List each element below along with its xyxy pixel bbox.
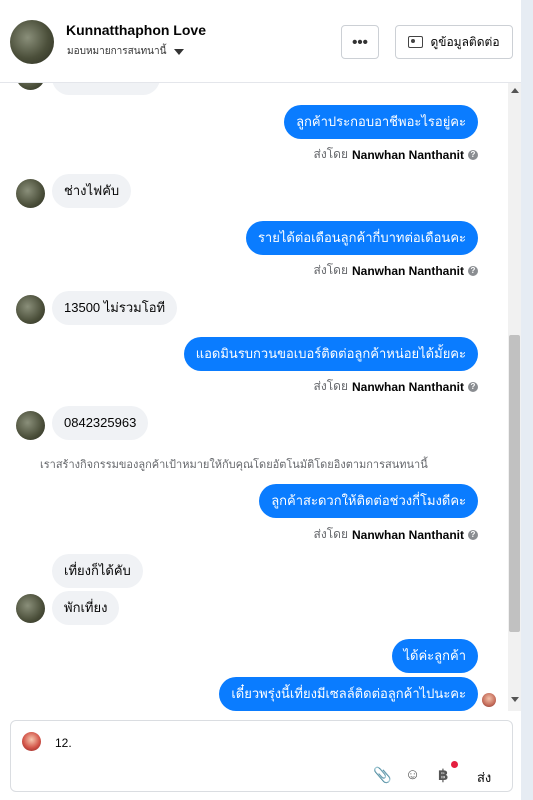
incoming-message: เที่ยงก็ได้คับ (52, 554, 143, 588)
conversation-header: Kunnatthaphon Love มอบหมายการสนทนานี้ ••… (0, 0, 521, 83)
sent-by-label: ส่งโดย Nanwhan Nanthanit ? (314, 261, 478, 280)
sent-by-prefix: ส่งโดย (313, 527, 348, 541)
assign-label: มอบหมายการสนทนานี้ (67, 46, 167, 57)
message-list[interactable]: ลูกค้าประกอบอาชีพอะไรอยู่คะ ส่งโดย Nanwh… (0, 83, 508, 711)
sent-by-agent: Nanwhan Nanthanit (351, 379, 464, 394)
info-icon[interactable]: ? (468, 265, 478, 276)
contact-name[interactable]: Kunnatthaphon Love (66, 22, 206, 38)
system-note: เราสร้างกิจกรรมของลูกค้าเป้าหมายให้กับคุ… (40, 459, 428, 471)
sent-by-label: ส่งโดย Nanwhan Nanthanit ? (314, 377, 478, 396)
scroll-up-arrow-icon[interactable] (511, 88, 519, 93)
more-options-button[interactable]: ••• (341, 25, 379, 59)
payment-icon[interactable]: ฿ (438, 766, 448, 784)
assign-conversation-dropdown[interactable]: มอบหมายการสนทนานี้ (67, 44, 185, 59)
paperclip-icon[interactable]: 📎 (373, 766, 392, 784)
message-input[interactable]: 12. (55, 736, 72, 750)
view-contact-label: ดูข้อมูลติดต่อ (430, 34, 500, 49)
emoji-icon[interactable]: ☺ (405, 766, 420, 783)
sent-by-label: ส่งโดย Nanwhan Nanthanit ? (314, 145, 478, 164)
window-edge (521, 0, 533, 800)
sent-by-prefix: ส่งโดย (313, 263, 348, 277)
view-contact-button[interactable]: ดูข้อมูลติดต่อ (395, 25, 513, 59)
contact-avatar[interactable] (10, 20, 54, 64)
seen-avatar (482, 693, 496, 707)
incoming-message: 13500 ไม่รวมโอที (52, 291, 178, 325)
sent-by-prefix: ส่งโดย (313, 379, 348, 393)
outgoing-message: เดี๋ยวพรุ่งนี้เที่ยงมีเซลล์ติดต่อลูกค้าไ… (219, 677, 478, 711)
scrollbar-thumb[interactable] (509, 335, 520, 632)
scroll-down-arrow-icon[interactable] (511, 697, 519, 702)
info-icon[interactable]: ? (468, 149, 478, 160)
outgoing-message: รายได้ต่อเดือนลูกค้ากี่บาทต่อเดือนคะ (245, 221, 478, 255)
sent-by-agent: Nanwhan Nanthanit (351, 263, 464, 278)
sent-by-prefix: ส่งโดย (313, 147, 348, 161)
sent-by-agent: Nanwhan Nanthanit (351, 527, 464, 542)
outgoing-message: ลูกค้าสะดวกให้ติดต่อช่วงกี่โมงดีคะ (259, 484, 478, 518)
info-icon[interactable]: ? (468, 529, 478, 540)
partial-incoming-bubble (52, 83, 160, 95)
outgoing-message: ได้ค่ะลูกค้า (391, 639, 478, 673)
contact-avatar-small (16, 411, 45, 440)
sent-by-label: ส่งโดย Nanwhan Nanthanit ? (314, 525, 478, 544)
sent-by-agent: Nanwhan Nanthanit (351, 147, 464, 162)
incoming-message: พักเที่ยง (52, 591, 120, 625)
contact-avatar-small (16, 83, 45, 90)
send-button[interactable]: ส่ง (477, 767, 491, 788)
notification-dot (451, 761, 458, 768)
outgoing-message: แอดมินรบกวนขอเบอร์ติดต่อลูกค้าหน่อยได้มั… (183, 337, 478, 371)
contact-avatar-small (16, 295, 45, 324)
contact-avatar-small (16, 179, 45, 208)
incoming-message: ช่างไฟคับ (52, 174, 132, 208)
incoming-message: 0842325963 (52, 406, 149, 440)
outgoing-message: ลูกค้าประกอบอาชีพอะไรอยู่คะ (284, 105, 478, 139)
contact-avatar-small (16, 594, 45, 623)
agent-avatar (22, 732, 41, 751)
chevron-down-icon (174, 48, 185, 55)
contact-card-icon (408, 36, 424, 48)
info-icon[interactable]: ? (468, 381, 478, 392)
message-composer: 12. 📎 ☺ ฿ ส่ง (10, 720, 513, 792)
